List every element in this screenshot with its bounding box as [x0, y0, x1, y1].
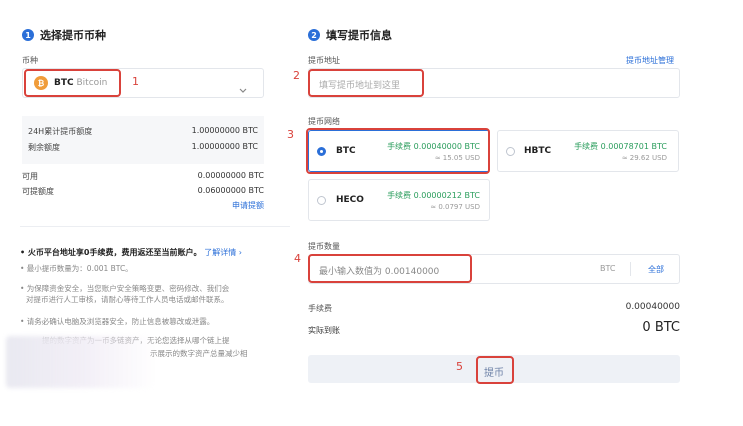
annotation-label-2: 2 [293, 69, 300, 82]
annotation-label-3: 3 [287, 128, 294, 141]
annotation-box-2 [308, 69, 424, 97]
network-name-heco: HECO [336, 195, 364, 205]
notes-headline-text: • 火币平台地址享0手续费，费用返还至当前账户。 [20, 248, 202, 257]
amount-all-button[interactable]: 全部 [648, 264, 664, 275]
withdrawable-label: 可提额度 [22, 187, 54, 196]
annotation-box-5 [476, 356, 514, 384]
note-security-2: 对提币进行人工审核，请耐心等待工作人员电话或邮件联系。 [26, 295, 229, 304]
annotation-box-1 [24, 69, 121, 97]
network-radio-heco[interactable] [317, 196, 326, 205]
blur-overlay [6, 336, 156, 388]
note-security-1: • 为保障资金安全，当您账户安全策略变更、密码修改、我们会 [20, 284, 230, 293]
withdrawable-value: 0.06000000 BTC [197, 186, 264, 195]
step2-title-text: 填写提币信息 [326, 29, 392, 42]
quota-remaining-label: 剩余额度 [28, 143, 60, 152]
apply-increase-link[interactable]: 申请提额 [200, 200, 264, 211]
coin-label: 币种 [22, 56, 38, 65]
step2-number: 2 [308, 29, 320, 41]
amount-divider [630, 262, 631, 276]
annotation-label-5: 5 [456, 360, 463, 373]
fee-value: 0.00040000 [625, 302, 680, 312]
network-radio-hbtc[interactable] [506, 147, 515, 156]
network-label: 提币网络 [308, 117, 340, 126]
network-name-hbtc: HBTC [524, 146, 552, 156]
annotation-box-3 [306, 128, 490, 174]
annotation-box-4 [308, 254, 472, 283]
step1-title: 1 选择提币币种 [22, 27, 106, 43]
notes-headline: • 火币平台地址享0手续费，费用返还至当前账户。 了解详情 › [20, 247, 242, 258]
notes-divider [20, 226, 290, 238]
available-value: 0.00000000 BTC [197, 171, 264, 180]
network-usd-heco: ≈ 0.0797 USD [430, 203, 480, 211]
network-usd-hbtc: ≈ 29.62 USD [621, 154, 667, 162]
fee-label: 手续费 [308, 304, 332, 313]
amount-unit: BTC [600, 264, 616, 273]
quota-24h-label: 24H累计提币额度 [28, 127, 93, 136]
received-value: 0 BTC [642, 320, 680, 335]
network-fee-hbtc: 手续费 0.00078701 BTC [574, 142, 667, 151]
note-min-amount: • 最小提币数量为：0.001 BTC。 [20, 264, 133, 273]
learn-more-link[interactable]: 了解详情 › [204, 248, 242, 257]
step1-title-text: 选择提币币种 [40, 29, 106, 42]
quota-panel [22, 116, 264, 164]
available-label: 可用 [22, 172, 38, 181]
step1-number: 1 [22, 29, 34, 41]
chevron-down-icon[interactable] [239, 79, 247, 93]
annotation-label-4: 4 [294, 252, 301, 265]
received-label: 实际到账 [308, 326, 340, 335]
step2-title: 2 填写提币信息 [308, 27, 392, 43]
note-device: • 请务必确认电脑及浏览器安全，防止信息被篡改或泄露。 [20, 317, 215, 326]
annotation-label-1: 1 [132, 75, 139, 88]
address-manage-link[interactable]: 提币地址管理 [626, 55, 674, 66]
quota-24h-value: 1.00000000 BTC [191, 126, 258, 135]
address-label: 提币地址 [308, 56, 340, 65]
amount-label: 提币数量 [308, 242, 340, 251]
note-blurred-2: 示展示的数字资产总量减少相 [150, 349, 248, 358]
quota-remaining-value: 1.00000000 BTC [191, 142, 258, 151]
network-fee-heco: 手续费 0.00000212 BTC [387, 191, 480, 200]
